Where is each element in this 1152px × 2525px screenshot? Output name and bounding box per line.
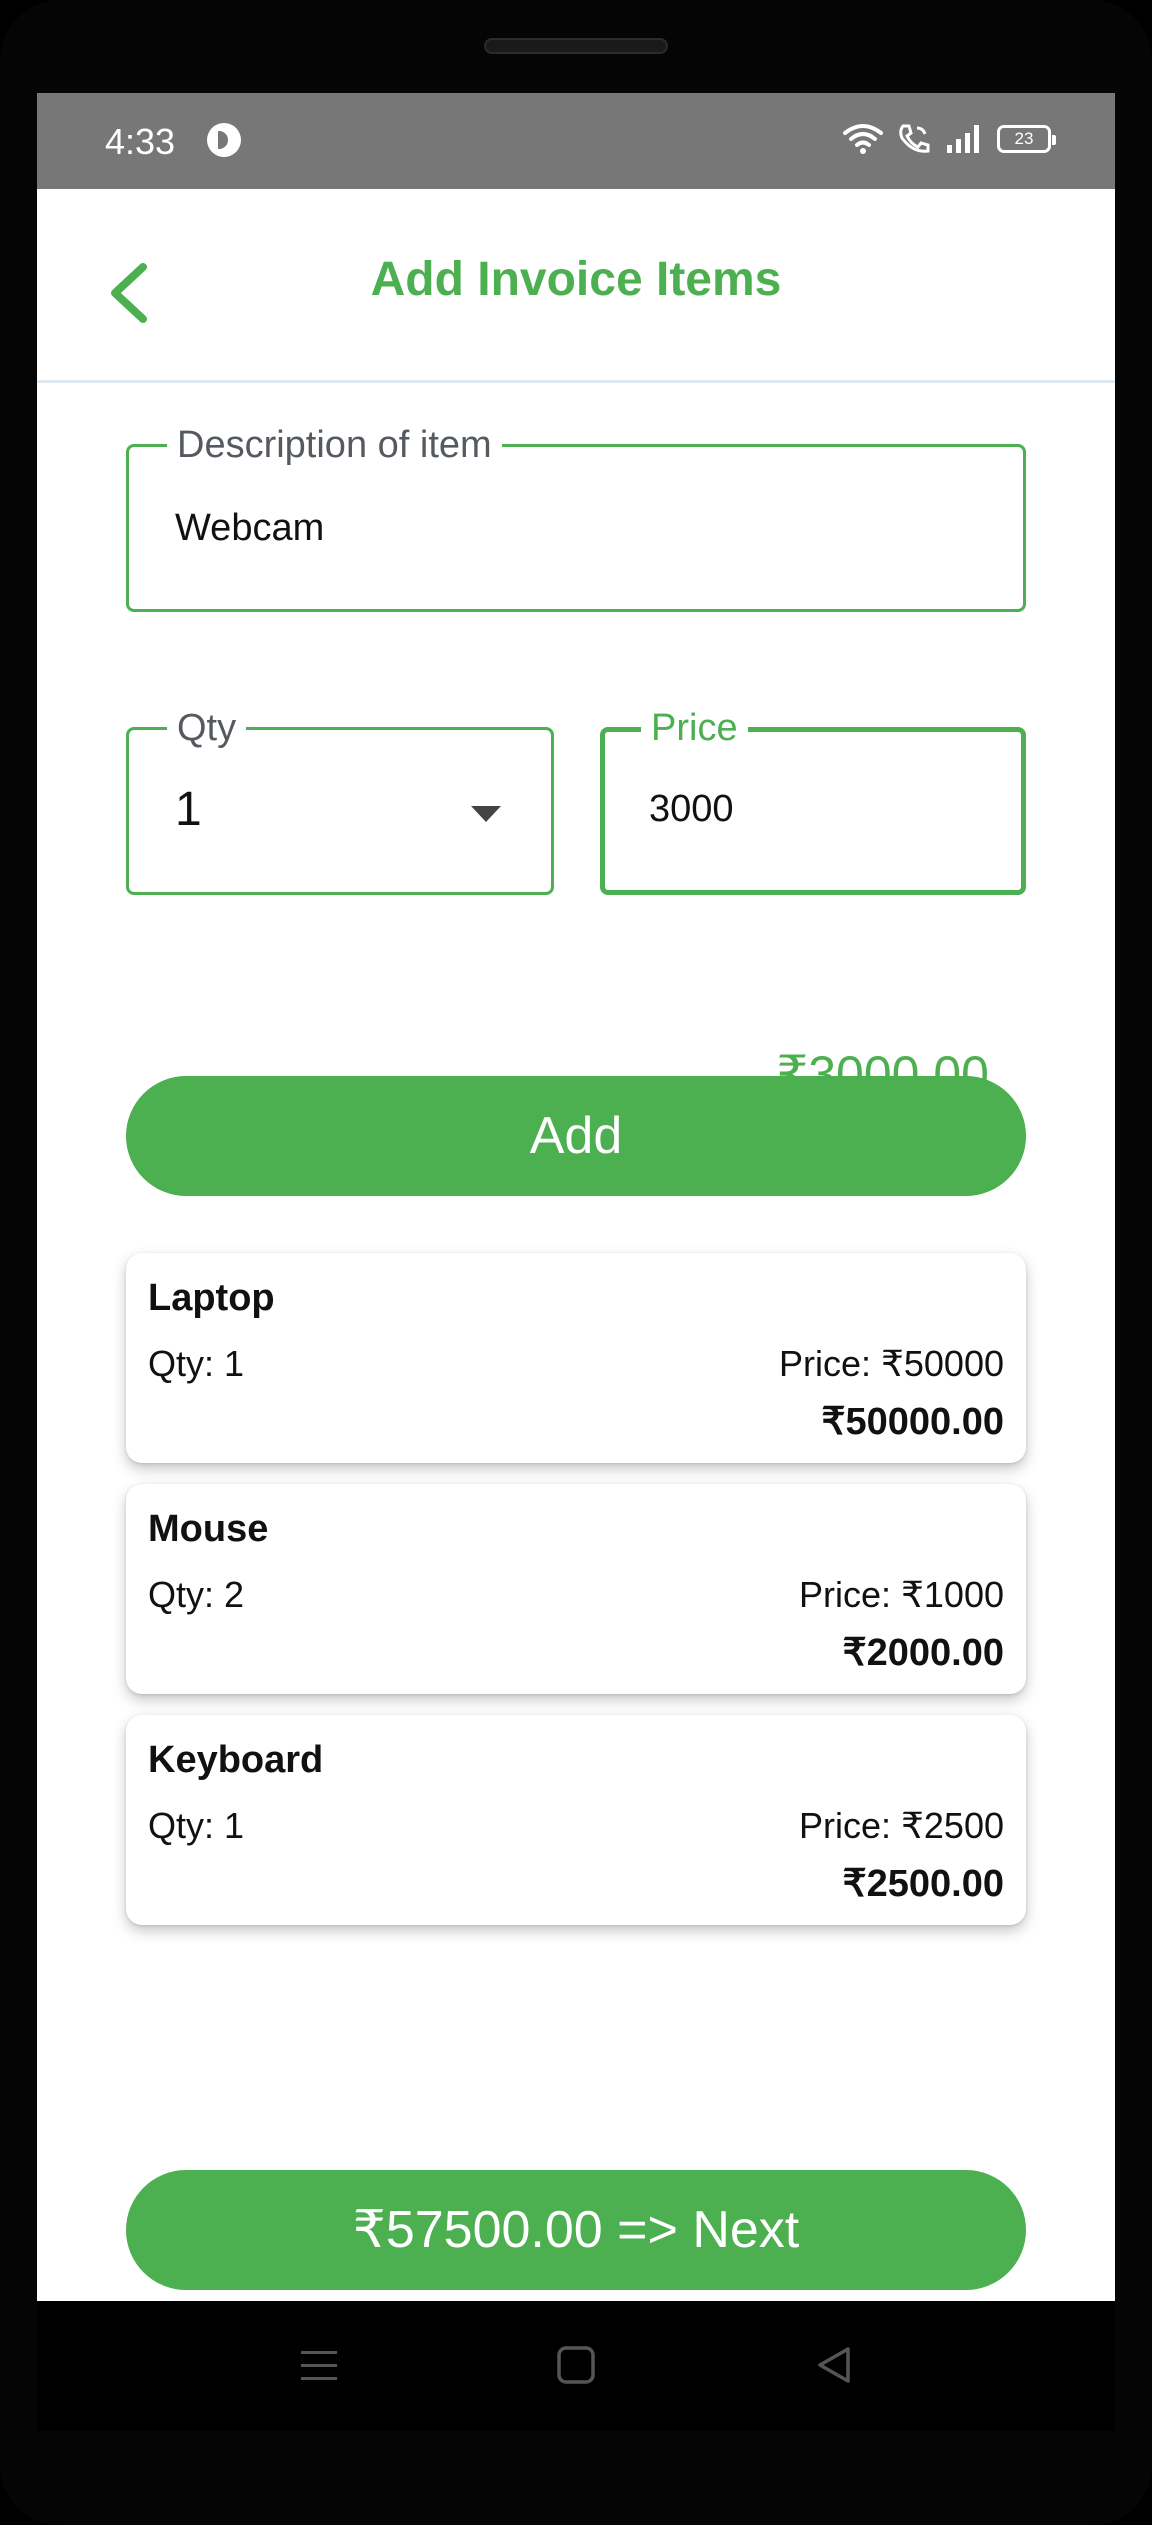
item-price: Price: ₹1000 [798, 1574, 1004, 1615]
item-name: Mouse [148, 1508, 269, 1550]
item-price: Price: ₹50000 [778, 1343, 1004, 1384]
system-nav-bar [37, 2301, 1115, 2431]
add-button[interactable]: Add [126, 1076, 1026, 1196]
dropdown-arrow-icon [471, 806, 501, 822]
qty-label: Qty [167, 708, 247, 748]
back-triangle-icon[interactable] [812, 2343, 856, 2387]
add-button-label: Add [529, 1107, 623, 1165]
item-total: ₹50000.00 [821, 1401, 1004, 1443]
item-card[interactable]: Keyboard Qty: 1 Price: ₹2500 ₹2500.00 [126, 1715, 1026, 1925]
item-card[interactable]: Mouse Qty: 2 Price: ₹1000 ₹2000.00 [126, 1484, 1026, 1694]
item-name: Laptop [148, 1277, 275, 1319]
menu-icon[interactable] [297, 2343, 341, 2387]
item-price: Price: ₹2500 [798, 1805, 1004, 1846]
wifi-call-icon [899, 124, 930, 153]
item-qty: Qty: 1 [148, 1343, 245, 1384]
price-value: 3000 [649, 788, 734, 830]
page-title: Add Invoice Items [370, 253, 782, 306]
notification-app-icon [207, 123, 241, 157]
phone-frame: 4:33 23 Add Invoice Items Description of… [0, 0, 1152, 2525]
price-field[interactable]: Price 3000 [600, 708, 1026, 895]
battery-icon: 23 [997, 125, 1056, 153]
item-name: Keyboard [148, 1739, 324, 1781]
wifi-icon [843, 124, 883, 154]
status-bar: 4:33 23 [37, 93, 1115, 189]
battery-level: 23 [1014, 129, 1034, 148]
next-button-label: ₹57500.00 => Next [352, 2201, 800, 2259]
description-label: Description of item [167, 425, 502, 465]
description-field[interactable]: Description of item Webcam [126, 425, 1026, 612]
description-value: Webcam [175, 507, 325, 549]
screen: 4:33 23 Add Invoice Items Description of… [37, 93, 1115, 2301]
qty-dropdown[interactable]: Qty 1 [126, 708, 554, 895]
earpiece-speaker [484, 38, 668, 54]
status-time: 4:33 [105, 121, 176, 162]
item-qty: Qty: 2 [148, 1574, 245, 1615]
home-icon[interactable] [554, 2343, 598, 2387]
status-icons: 23 [843, 119, 1056, 159]
item-total: ₹2000.00 [842, 1632, 1004, 1674]
next-button[interactable]: ₹57500.00 => Next [126, 2170, 1026, 2290]
item-card[interactable]: Laptop Qty: 1 Price: ₹50000 ₹50000.00 [126, 1253, 1026, 1463]
signal-icon [947, 125, 979, 153]
price-label: Price [641, 708, 748, 748]
item-qty: Qty: 1 [148, 1805, 245, 1846]
item-total: ₹2500.00 [842, 1863, 1004, 1905]
qty-value: 1 [175, 783, 202, 836]
